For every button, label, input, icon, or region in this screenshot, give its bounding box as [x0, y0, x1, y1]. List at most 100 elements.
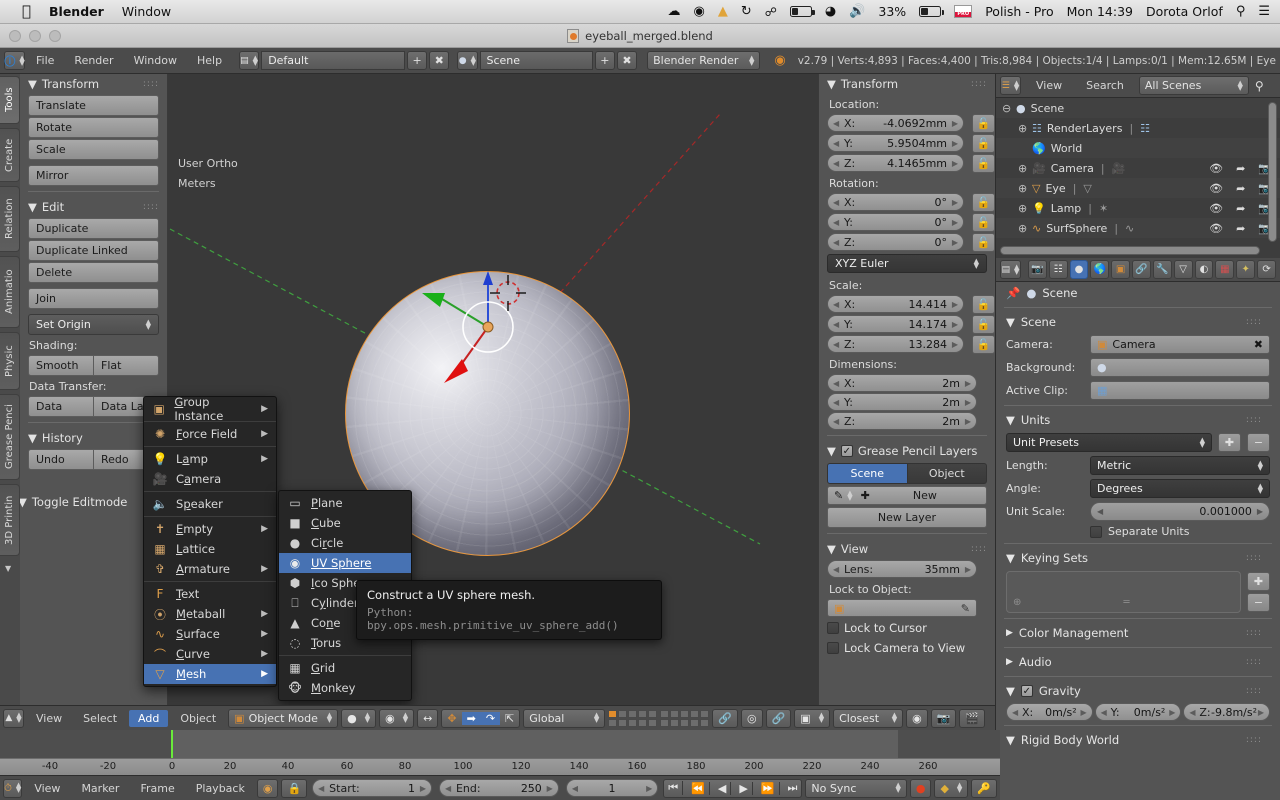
viewport-menu-add[interactable]: Add: [129, 710, 168, 727]
wifi-icon[interactable]: ◕: [825, 4, 836, 19]
submenu-item-circle[interactable]: ● Circle: [279, 533, 411, 553]
gp-tab-scene[interactable]: Scene: [827, 463, 908, 484]
next-keyframe-icon[interactable]: ⏩: [757, 782, 780, 795]
properties-tab-constraints[interactable]: 🔗: [1132, 260, 1151, 279]
increment-icon[interactable]: ▶: [646, 784, 652, 793]
layer-grid-1[interactable]: [608, 710, 657, 727]
screen-layout-icon[interactable]: ▤ ▲▼: [239, 51, 259, 70]
decrement-icon[interactable]: ◀: [1012, 708, 1018, 717]
menu-item-metaball[interactable]: ⦿ Metaball ▶: [144, 604, 276, 624]
outliner-menu-view[interactable]: View: [1027, 77, 1071, 94]
lock-rotation-y-button[interactable]: 🔓: [972, 213, 995, 232]
properties-tab-particles[interactable]: ✦: [1236, 260, 1255, 279]
battery-icon[interactable]: [919, 6, 941, 17]
decrement-icon[interactable]: ◀: [572, 784, 578, 793]
panel-header-edit[interactable]: ▼ Edit ::::: [20, 197, 167, 217]
transport-controls[interactable]: ⏮ ⏪ ◀ ▶ ⏩ ⏭: [663, 779, 802, 798]
properties-tab-render[interactable]: 📷: [1028, 260, 1047, 279]
pivot-spinner[interactable]: ▲▼: [403, 713, 408, 723]
sync-mode-dropdown[interactable]: No Sync ▲▼: [805, 779, 906, 798]
add-keyingset-icon[interactable]: ⊕: [1013, 597, 1021, 608]
menu-item-lattice[interactable]: ▦ Lattice: [144, 539, 276, 559]
snap-target-spinner[interactable]: ▲▼: [892, 713, 897, 723]
menu-help[interactable]: Help: [188, 52, 231, 69]
menu-item-mesh[interactable]: ▽ Mesh ▶: [144, 664, 276, 684]
decrement-icon[interactable]: ◀: [1189, 708, 1195, 717]
screen-layout-field[interactable]: Default: [261, 51, 405, 70]
notification-center-icon[interactable]: ☰: [1258, 4, 1270, 19]
scale-z-row[interactable]: ◀ Z: 13.284 ▶ 🔓: [819, 334, 995, 354]
rotation-z-row[interactable]: ◀ Z: 0° ▶ 🔓: [819, 232, 995, 252]
gravity-z-field[interactable]: ◀ Z: -9.8m/s² ▶: [1183, 703, 1270, 721]
translate-button[interactable]: Translate: [28, 95, 159, 116]
outliner-visibility-toggles[interactable]: 👁 ➦ 📷: [1209, 222, 1272, 235]
menu-render[interactable]: Render: [65, 52, 122, 69]
layer-grid-2[interactable]: [660, 710, 709, 727]
zoom-button[interactable]: [49, 30, 61, 42]
eye-icon[interactable]: 👁: [1209, 202, 1223, 215]
menu-item-armature[interactable]: ✞ Armature ▶: [144, 559, 276, 579]
outliner-horizontal-scrollbar[interactable]: [1000, 246, 1260, 255]
properties-tab-modifiers[interactable]: 🔧: [1153, 260, 1172, 279]
menu-file[interactable]: File: [27, 52, 63, 69]
delete-button[interactable]: Delete: [28, 262, 159, 283]
data-button[interactable]: Data: [28, 396, 94, 417]
flat-button[interactable]: Flat: [94, 355, 159, 376]
location-x-field[interactable]: ◀ X: -4.0692mm ▶: [827, 114, 964, 132]
pivot-point-dropdown[interactable]: ◉ ▲▼: [379, 709, 414, 728]
remove-keying-set-button[interactable]: −: [1247, 593, 1270, 612]
magnet-icon[interactable]: 🔗: [766, 709, 792, 728]
duplicate-linked-button[interactable]: Duplicate Linked: [28, 240, 159, 261]
grease-pencil-source-tabs[interactable]: Scene Object: [827, 463, 987, 484]
dimensions-z-field[interactable]: ◀ Z: 2m ▶: [827, 412, 977, 430]
dropdown-spinner[interactable]: ▲▼: [1200, 438, 1205, 448]
unit-presets-row[interactable]: Unit Presets ▲▼ ✚ −: [996, 431, 1280, 454]
layer-9[interactable]: [690, 710, 699, 718]
properties-tab-physics[interactable]: ⟳: [1257, 260, 1276, 279]
mirror-button[interactable]: Mirror: [28, 165, 159, 186]
menu-item-camera[interactable]: 🎥 Camera: [144, 469, 276, 489]
orientation-spinner[interactable]: ▲▼: [594, 713, 599, 723]
layer-3[interactable]: [628, 710, 637, 718]
section-header-color-management[interactable]: ▶ Color Management ::::: [996, 622, 1280, 644]
dropdown-spinner[interactable]: ▲▼: [1258, 461, 1263, 471]
lock-to-cursor-row[interactable]: Lock to Cursor: [819, 618, 995, 638]
location-y-row[interactable]: ◀ Y: 5.9504mm ▶ 🔓: [819, 133, 995, 153]
sync-mode-spinner[interactable]: ▲▼: [895, 783, 900, 793]
lens-field[interactable]: ◀ Lens: 35mm ▶: [827, 560, 977, 578]
section-header-audio[interactable]: ▶ Audio ::::: [996, 651, 1280, 673]
keying-sets-buttons[interactable]: ✚ −: [1247, 572, 1270, 612]
properties-tab-render-layers[interactable]: ☷: [1049, 260, 1068, 279]
sidebar-tab-3d-printing[interactable]: 3D Printin: [0, 484, 20, 556]
grease-pencil-checkbox[interactable]: ✓: [841, 445, 853, 457]
delete-scene-button[interactable]: ✖: [617, 51, 637, 70]
timeline-menu-playback[interactable]: Playback: [187, 780, 254, 797]
layer-7[interactable]: [670, 710, 679, 718]
rotate-button[interactable]: Rotate: [28, 117, 159, 138]
clear-icon[interactable]: ✖: [1254, 338, 1263, 351]
layer-14[interactable]: [638, 719, 647, 727]
layer-16[interactable]: [660, 719, 669, 727]
section-header-units[interactable]: ▼ Units ::::: [996, 409, 1280, 431]
properties-tab-scene[interactable]: ●: [1070, 260, 1089, 279]
render-animation-icon[interactable]: 🎬: [959, 709, 985, 728]
start-frame-field[interactable]: ◀ Start: 1 ▶: [312, 779, 432, 797]
scene-active-clip-row[interactable]: Active Clip: ▦: [996, 379, 1280, 402]
cursor-arrow-icon[interactable]: ➦: [1236, 222, 1245, 235]
scale-z-field[interactable]: ◀ Z: 13.284 ▶: [827, 335, 964, 353]
sidebar-tab-tools[interactable]: Tools: [0, 76, 20, 124]
viewport-menu-object[interactable]: Object: [171, 710, 225, 727]
lock-scale-x-button[interactable]: 🔓: [972, 295, 995, 314]
grease-pencil-new-row[interactable]: ✎ ▲▼ ✚ New: [827, 486, 987, 505]
expander-plus-icon[interactable]: ⊕: [1018, 202, 1032, 215]
scene-camera-field[interactable]: ▣ Camera ✖: [1090, 335, 1270, 354]
join-button[interactable]: Join: [28, 288, 159, 309]
render-engine-spinner[interactable]: ▲▼: [749, 56, 754, 66]
layer-2[interactable]: [618, 710, 627, 718]
snap-target-dropdown[interactable]: Closest ▲▼: [833, 709, 903, 728]
keying-sets-list-row[interactable]: ⊕ ═ ✚ −: [996, 569, 1280, 615]
properties-editor-icon[interactable]: ▤ ▲▼: [1000, 260, 1021, 279]
key-icon[interactable]: 🔑: [971, 779, 997, 798]
polish-flag-icon[interactable]: PRO: [954, 5, 972, 18]
manipulator-visibility-icon[interactable]: ✥: [442, 712, 461, 725]
